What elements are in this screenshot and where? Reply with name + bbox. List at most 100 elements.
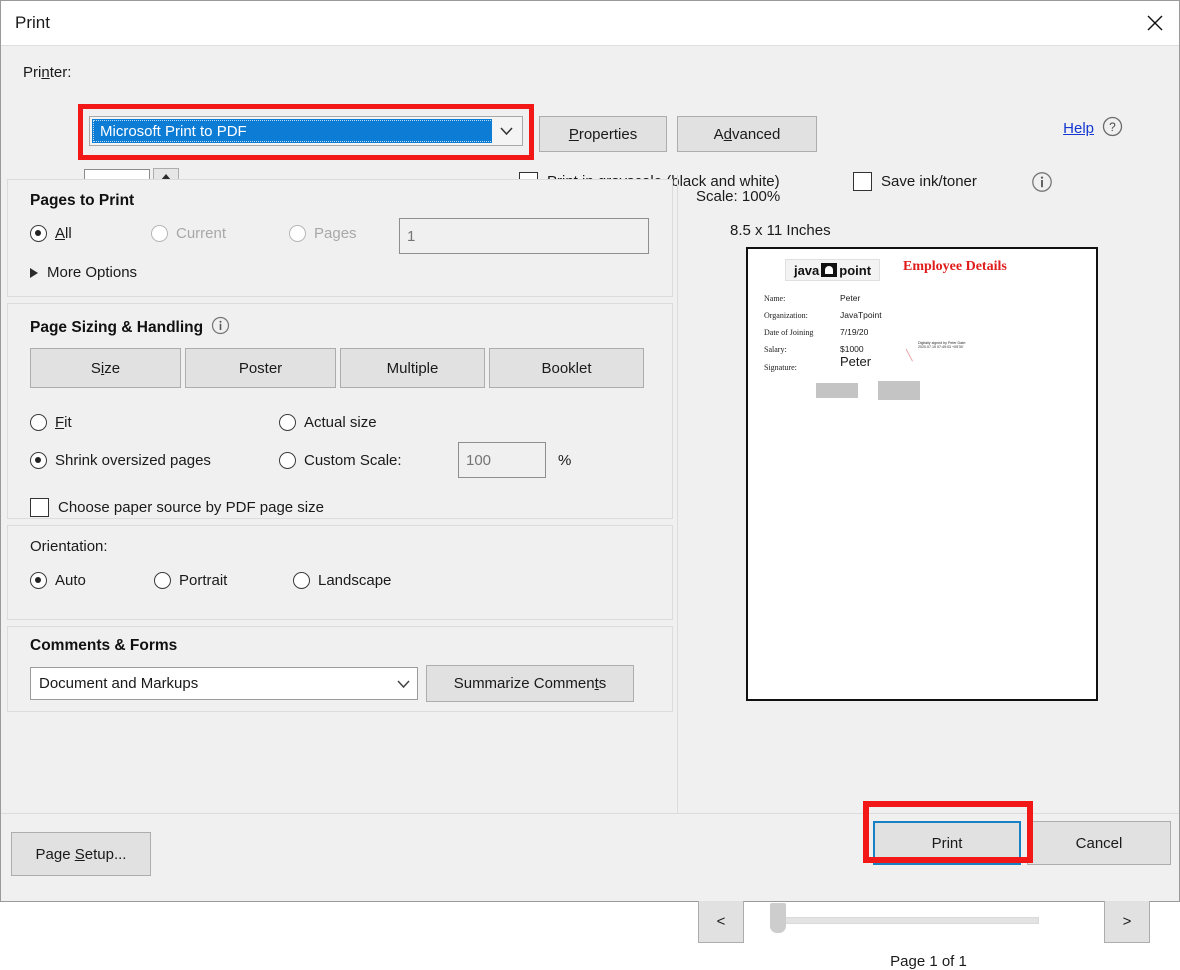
orientation-panel: Orientation: Auto Portrait Landscape (7, 525, 673, 620)
booklet-label: Booklet (541, 359, 592, 377)
percent-symbol: % (558, 452, 572, 469)
multiple-label: Multiple (386, 359, 439, 377)
doc-label-name: Name: (764, 294, 786, 303)
cancel-label: Cancel (1075, 834, 1123, 852)
radio-portrait-indicator[interactable] (154, 572, 171, 589)
print-dialog-window: Print Printer: Microsoft Print to PDF Pr… (0, 0, 1180, 970)
signature-stamp: Digitally signed by Peter Date: 2020.07.… (918, 341, 967, 350)
radio-shrink-indicator[interactable] (30, 452, 47, 469)
radio-all-indicator[interactable] (30, 225, 47, 242)
radio-all-label: All (55, 225, 72, 242)
page-setup-button[interactable]: Page Setup... (11, 832, 151, 876)
title-bar: Print (1, 1, 1179, 45)
window-title: Print (15, 13, 50, 32)
page-slider-thumb[interactable] (770, 903, 786, 933)
radio-portrait[interactable]: Portrait (154, 572, 227, 589)
radio-shrink-oversized[interactable]: Shrink oversized pages (30, 452, 211, 469)
page-sizing-title: Page Sizing & Handling (30, 318, 204, 336)
paper-source-checkbox[interactable] (30, 498, 49, 517)
size-label: Size (90, 359, 121, 377)
next-page-label: > (1122, 912, 1132, 930)
poster-button[interactable]: Poster (185, 348, 336, 388)
document-title: Employee Details (903, 259, 1007, 274)
page-setup-label: Page Setup... (35, 845, 127, 863)
comments-forms-select[interactable]: Document and Markups (30, 667, 418, 700)
logo-text-java: java (793, 262, 820, 278)
radio-actual-size-indicator[interactable] (279, 414, 296, 431)
orientation-title: Orientation: (30, 538, 108, 555)
form-placeholder-box (878, 381, 920, 400)
doc-value-organization: JavaTpoint (840, 310, 882, 320)
chevron-down-icon[interactable] (492, 119, 520, 143)
radio-landscape-indicator[interactable] (293, 572, 310, 589)
print-label: Print (931, 834, 963, 852)
multiple-button[interactable]: Multiple (340, 348, 485, 388)
help-link-group[interactable]: Help ? (1063, 116, 1123, 141)
radio-pages-indicator[interactable] (289, 225, 306, 242)
page-sizing-title-row: Page Sizing & Handling (30, 316, 230, 339)
doc-label-date: Date of Joining (764, 328, 814, 337)
doc-label-salary: Salary: (764, 345, 787, 354)
radio-portrait-label: Portrait (179, 572, 228, 589)
radio-current[interactable]: Current (151, 225, 226, 242)
radio-actual-size[interactable]: Actual size (279, 414, 377, 431)
summarize-comments-label: Summarize Comments (453, 675, 607, 692)
radio-auto-indicator[interactable] (30, 572, 47, 589)
radio-pages-label: Pages (314, 225, 357, 242)
logo-text-point: point (839, 262, 872, 278)
close-icon[interactable] (1131, 1, 1179, 45)
svg-text:?: ? (1109, 120, 1116, 134)
radio-current-label: Current (176, 225, 227, 242)
cancel-button[interactable]: Cancel (1027, 821, 1171, 865)
doc-value-signature: Peter (840, 354, 872, 369)
booklet-button[interactable]: Booklet (489, 348, 644, 388)
printer-label-row: Printer: (23, 64, 71, 81)
printer-select[interactable]: Microsoft Print to PDF (89, 116, 523, 146)
doc-label-signature: Signature: (764, 363, 797, 372)
size-button[interactable]: Size (30, 348, 181, 388)
next-page-button[interactable]: > (1104, 899, 1150, 943)
question-circle-icon[interactable]: ? (1102, 116, 1123, 141)
doc-label-organization: Organization: (764, 311, 808, 320)
properties-label: Properties (568, 125, 638, 143)
summarize-comments-button[interactable]: Summarize Comments (426, 665, 634, 702)
radio-landscape[interactable]: Landscape (293, 572, 391, 589)
page-slider-track[interactable] (773, 917, 1039, 924)
help-link[interactable]: Help (1063, 120, 1094, 137)
previous-page-button[interactable]: < (698, 899, 744, 943)
comments-forms-title: Comments & Forms (30, 637, 178, 654)
printer-selected-value: Microsoft Print to PDF (100, 122, 247, 140)
printer-label: Printer: (23, 64, 72, 81)
radio-custom-scale-indicator[interactable] (279, 452, 296, 469)
doc-value-salary: $1000 (840, 344, 864, 354)
comments-forms-panel: Comments & Forms Document and Markups Su… (7, 626, 673, 712)
doc-value-name: Peter (840, 293, 861, 303)
radio-custom-scale[interactable]: Custom Scale: (279, 452, 402, 469)
radio-current-indicator[interactable] (151, 225, 168, 242)
scale-label: Scale: 100% (696, 188, 781, 205)
properties-button[interactable]: Properties (539, 116, 667, 152)
paper-source-label: Choose paper source by PDF page size (58, 499, 324, 516)
triangle-right-icon[interactable] (30, 267, 38, 278)
radio-fit-label: Fit (55, 414, 72, 431)
pages-range-input[interactable] (399, 218, 649, 254)
page-preview: java point Employee Details Name: Peter … (746, 247, 1098, 701)
comments-forms-value: Document and Markups (39, 675, 199, 692)
info-circle-icon[interactable] (211, 316, 230, 339)
advanced-button[interactable]: Advanced (677, 116, 817, 152)
more-options-toggle[interactable]: More Options (30, 264, 137, 281)
paper-source-checkbox-row[interactable]: Choose paper source by PDF page size (30, 498, 324, 517)
page-sizing-panel: Page Sizing & Handling Size Poster Multi… (7, 303, 673, 519)
radio-auto[interactable]: Auto (30, 572, 86, 589)
pages-to-print-title: Pages to Print (30, 192, 135, 209)
chevron-down-icon[interactable] (389, 668, 417, 699)
doc-value-date: 7/19/20 (840, 327, 869, 337)
radio-custom-scale-label: Custom Scale: (304, 452, 402, 469)
radio-fit[interactable]: Fit (30, 414, 72, 431)
settings-column: Pages to Print All Current Pages More Op… (1, 175, 677, 813)
custom-scale-input[interactable] (458, 442, 546, 478)
radio-pages[interactable]: Pages (289, 225, 357, 242)
radio-all[interactable]: All (30, 225, 72, 242)
print-button[interactable]: Print (873, 821, 1021, 865)
radio-fit-indicator[interactable] (30, 414, 47, 431)
